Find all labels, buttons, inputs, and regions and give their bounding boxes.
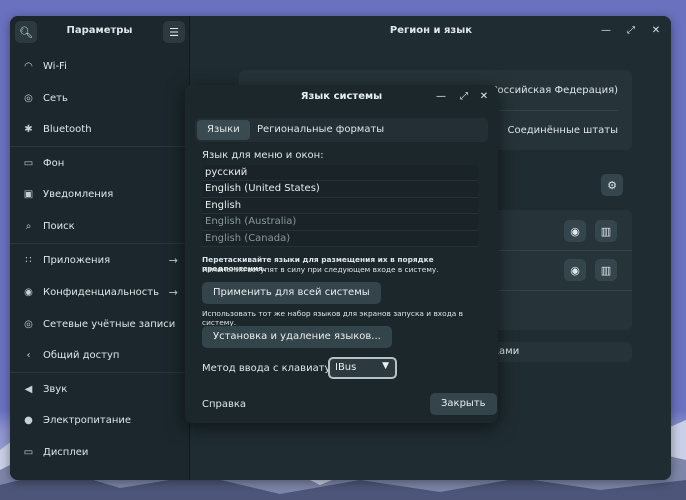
settings-button[interactable]: ⚙ <box>601 174 623 196</box>
sidebar-item-label: Сетевые учётные записи <box>43 318 176 330</box>
apps-grid-icon: ∷ <box>25 254 32 266</box>
delete-button[interactable]: ▥ <box>595 259 617 281</box>
sidebar-item-online-accounts[interactable]: ◎ Сетевые учётные записи <box>10 311 190 337</box>
bluetooth-icon: ✱ <box>24 123 33 135</box>
close-icon: ✕ <box>651 25 661 36</box>
help-link[interactable]: Справка <box>202 399 246 410</box>
sidebar-item-label: Фон <box>43 157 65 169</box>
sidebar-item-label: Поиск <box>43 220 75 232</box>
next-login-hint: Изменения вступят в силу при следующем в… <box>202 265 439 274</box>
eye-icon: ◉ <box>570 263 580 277</box>
wifi-icon: ◠ <box>24 60 33 72</box>
trash-icon: ▥ <box>600 224 612 238</box>
install-languages-button[interactable]: Установка и удаление языков... <box>202 326 392 348</box>
trash-icon: ▥ <box>600 263 612 277</box>
dialog-maximize-button[interactable]: ⤢ <box>457 90 471 104</box>
sidebar-item-background[interactable]: ▭ Фон <box>10 150 190 176</box>
delete-button[interactable]: ▥ <box>595 220 617 242</box>
sound-icon: ◀ <box>24 383 33 395</box>
main-header: Регион и язык — ⤢ ✕ <box>191 16 671 48</box>
sidebar-item-label: Уведомления <box>43 188 114 200</box>
sidebar-separator <box>10 146 190 147</box>
maximize-button[interactable]: ⤢ <box>624 24 638 38</box>
online-accounts-icon: ◎ <box>24 318 33 330</box>
sidebar-item-label: Bluetooth <box>43 123 92 135</box>
sidebar-item-label: Дисплеи <box>43 446 89 458</box>
close-dialog-button[interactable]: Закрыть <box>430 393 497 415</box>
sidebar-item-notifications[interactable]: ▣ Уведомления <box>10 181 190 207</box>
list-item[interactable]: English <box>202 197 478 215</box>
input-method-value: IBus <box>335 362 357 373</box>
display-icon: ▭ <box>23 446 34 458</box>
sidebar-item-bluetooth[interactable]: ✱ Bluetooth <box>10 116 190 142</box>
view-button[interactable]: ◉ <box>564 220 586 242</box>
sidebar-item-search[interactable]: ⌕ Поиск <box>10 213 190 239</box>
list-item[interactable]: русский <box>202 165 478 182</box>
sidebar-item-displays[interactable]: ▭ Дисплеи <box>10 439 190 465</box>
sidebar-item-power[interactable]: ● Электропитание <box>10 407 190 433</box>
sidebar-item-sharing[interactable]: ‹ Общий доступ <box>10 342 190 368</box>
sidebar-item-privacy[interactable]: ◉ Конфиденциальность → <box>10 279 190 305</box>
chevron-down-icon: ▼ <box>382 361 389 371</box>
formats-value: Соединённые штаты <box>507 125 618 136</box>
privacy-icon: ◉ <box>24 286 33 298</box>
region-value: (Российская Федерация) <box>487 85 618 96</box>
close-button[interactable]: ✕ <box>649 24 663 38</box>
bell-icon: ▣ <box>23 188 34 200</box>
maximize-icon: ⤢ <box>460 91 468 102</box>
sidebar-separator <box>10 372 190 373</box>
sidebar-item-label: Электропитание <box>43 414 132 426</box>
sidebar-item-label: Приложения <box>43 254 111 266</box>
sidebar-item-label: Звук <box>43 383 68 395</box>
sidebar-item-sound[interactable]: ◀ Звук <box>10 376 190 402</box>
system-language-dialog: Язык системы — ⤢ ✕ Языки Региональные фо… <box>185 85 498 423</box>
view-button[interactable]: ◉ <box>564 259 586 281</box>
power-icon: ● <box>24 414 33 426</box>
menu-button[interactable]: ☰ <box>163 21 185 43</box>
maximize-icon: ⤢ <box>627 25 635 36</box>
gear-icon: ⚙ <box>607 178 617 192</box>
background-icon: ▭ <box>23 157 34 169</box>
sidebar-item-applications[interactable]: ∷ Приложения → <box>10 247 190 273</box>
list-item[interactable]: English (Australia) <box>202 214 478 231</box>
language-list-label: Язык для меню и окон: <box>202 150 324 161</box>
sidebar-item-network[interactable]: ◎ Сеть <box>10 85 190 111</box>
hamburger-icon: ☰ <box>169 25 179 39</box>
sidebar-item-label: Общий доступ <box>43 349 120 361</box>
arrow-right-icon: → <box>168 285 178 299</box>
dialog-title: Язык системы <box>300 91 383 102</box>
apply-hint: Использовать тот же набор языков для экр… <box>202 309 464 327</box>
keyboard-input-label: Метод ввода с клавиатуры: <box>202 363 349 374</box>
dialog-tabs: Языки Региональные форматы <box>195 118 488 142</box>
tab-languages[interactable]: Языки <box>197 120 250 140</box>
language-list: русский English (United States) English … <box>202 165 478 247</box>
sidebar-item-label: Сеть <box>43 92 68 104</box>
sidebar-item-label: Wi-Fi <box>43 60 67 72</box>
list-item[interactable]: English (United States) <box>202 181 478 198</box>
arrow-right-icon: → <box>168 253 178 267</box>
minimize-icon: — <box>601 25 611 36</box>
dialog-close-button[interactable]: ✕ <box>477 90 491 104</box>
input-method-select[interactable]: IBus ▼ <box>328 357 397 379</box>
sidebar-header: 🔍︎ Параметры ☰ <box>10 16 189 48</box>
search-icon: ⌕ <box>25 220 32 232</box>
minimize-icon: — <box>436 91 446 102</box>
list-item[interactable]: English (Canada) <box>202 230 478 247</box>
sidebar: 🔍︎ Параметры ☰ ◠ Wi-Fi ◎ Сеть ✱ Bluetoot… <box>10 16 190 480</box>
eye-icon: ◉ <box>570 224 580 238</box>
minimize-button[interactable]: — <box>599 24 613 38</box>
share-icon: ‹ <box>26 349 31 361</box>
apply-system-wide-button[interactable]: Применить для всей системы <box>202 282 381 304</box>
tab-regional-formats[interactable]: Региональные форматы <box>247 120 394 140</box>
sidebar-item-wifi[interactable]: ◠ Wi-Fi <box>10 53 190 79</box>
sidebar-separator <box>10 243 190 244</box>
network-icon: ◎ <box>24 92 33 104</box>
dialog-minimize-button[interactable]: — <box>434 90 448 104</box>
sidebar-item-label: Конфиденциальность <box>43 286 160 298</box>
close-icon: ✕ <box>479 91 489 102</box>
